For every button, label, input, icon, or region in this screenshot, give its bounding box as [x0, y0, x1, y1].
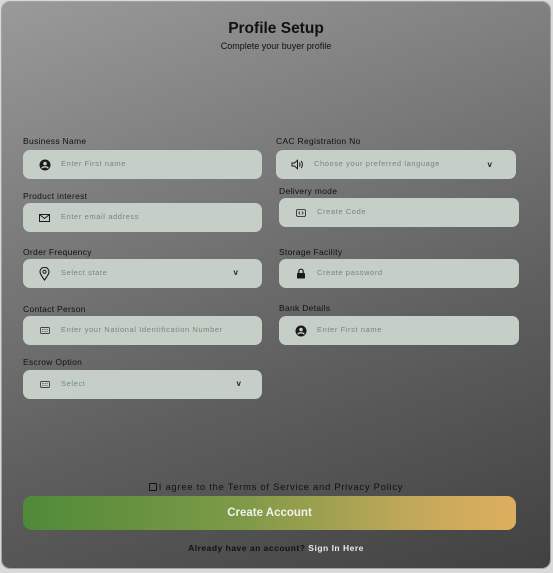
order-frequency-select[interactable]: Select state v	[23, 259, 262, 288]
product-interest-placeholder: Enter email address	[61, 212, 140, 221]
chevron-down-icon[interactable]: v	[237, 379, 241, 388]
terms-row: I agree to the Terms of Service and Priv…	[2, 482, 550, 493]
id-number-icon	[37, 323, 52, 338]
business-name-placeholder: Enter First name	[61, 159, 127, 168]
person-circle-icon	[293, 323, 308, 338]
cac-registration-select[interactable]: Choose your preferred language v	[276, 150, 516, 179]
sign-in-link[interactable]: Sign In Here	[308, 543, 364, 553]
product-interest-label: Product interest	[23, 191, 88, 201]
order-frequency-placeholder: Select state	[61, 268, 108, 277]
storage-facility-label: Storage Facility	[279, 247, 343, 257]
person-circle-icon	[37, 157, 52, 172]
escrow-option-placeholder: Select	[61, 379, 86, 388]
location-pin-icon	[37, 266, 52, 281]
lock-icon	[293, 266, 308, 281]
terms-text: I agree to the Terms of Service and Priv…	[158, 482, 404, 493]
chevron-down-icon[interactable]: v	[488, 160, 492, 169]
escrow-option-label: Escrow Option	[23, 357, 83, 367]
signin-prompt: Already have an account?	[188, 543, 309, 553]
delivery-mode-label: Delivery mode	[279, 186, 338, 196]
cac-registration-label: CAC Registration No	[276, 136, 361, 146]
cac-registration-placeholder: Choose your preferred language	[314, 159, 440, 168]
bank-details-placeholder: Enter First name	[317, 325, 383, 334]
delivery-mode-field[interactable]: Create Code	[279, 198, 519, 227]
contact-person-label: Contact Person	[23, 304, 86, 314]
storage-facility-placeholder: Create password	[317, 268, 383, 277]
order-frequency-label: Order Frequency	[23, 247, 92, 257]
contact-person-field[interactable]: Enter your National Identification Numbe…	[23, 316, 262, 345]
profile-setup-card: Profile Setup Complete your buyer profil…	[2, 2, 550, 568]
page-subtitle: Complete your buyer profile	[220, 41, 332, 51]
id-number-icon	[37, 377, 52, 392]
bank-details-label: Bank Details	[279, 303, 331, 313]
create-account-button[interactable]: Create Account	[23, 496, 516, 530]
escrow-option-select[interactable]: Select v	[23, 370, 262, 399]
chevron-down-icon[interactable]: v	[234, 268, 238, 277]
storage-facility-field[interactable]: Create password	[279, 259, 519, 288]
delivery-mode-placeholder: Create Code	[317, 207, 367, 216]
mail-icon	[37, 210, 52, 225]
product-interest-field[interactable]: Enter email address	[23, 203, 262, 232]
contact-person-placeholder: Enter your National Identification Numbe…	[61, 325, 223, 334]
code-icon	[293, 205, 308, 220]
business-name-field[interactable]: Enter First name	[23, 150, 262, 179]
signin-row: Already have an account? Sign In Here	[2, 543, 550, 553]
terms-checkbox[interactable]	[148, 483, 157, 491]
business-name-label: Business Name	[23, 136, 87, 146]
bank-details-field[interactable]: Enter First name	[279, 316, 519, 345]
page-title: Profile Setup	[228, 20, 324, 37]
speaker-icon	[290, 157, 305, 172]
